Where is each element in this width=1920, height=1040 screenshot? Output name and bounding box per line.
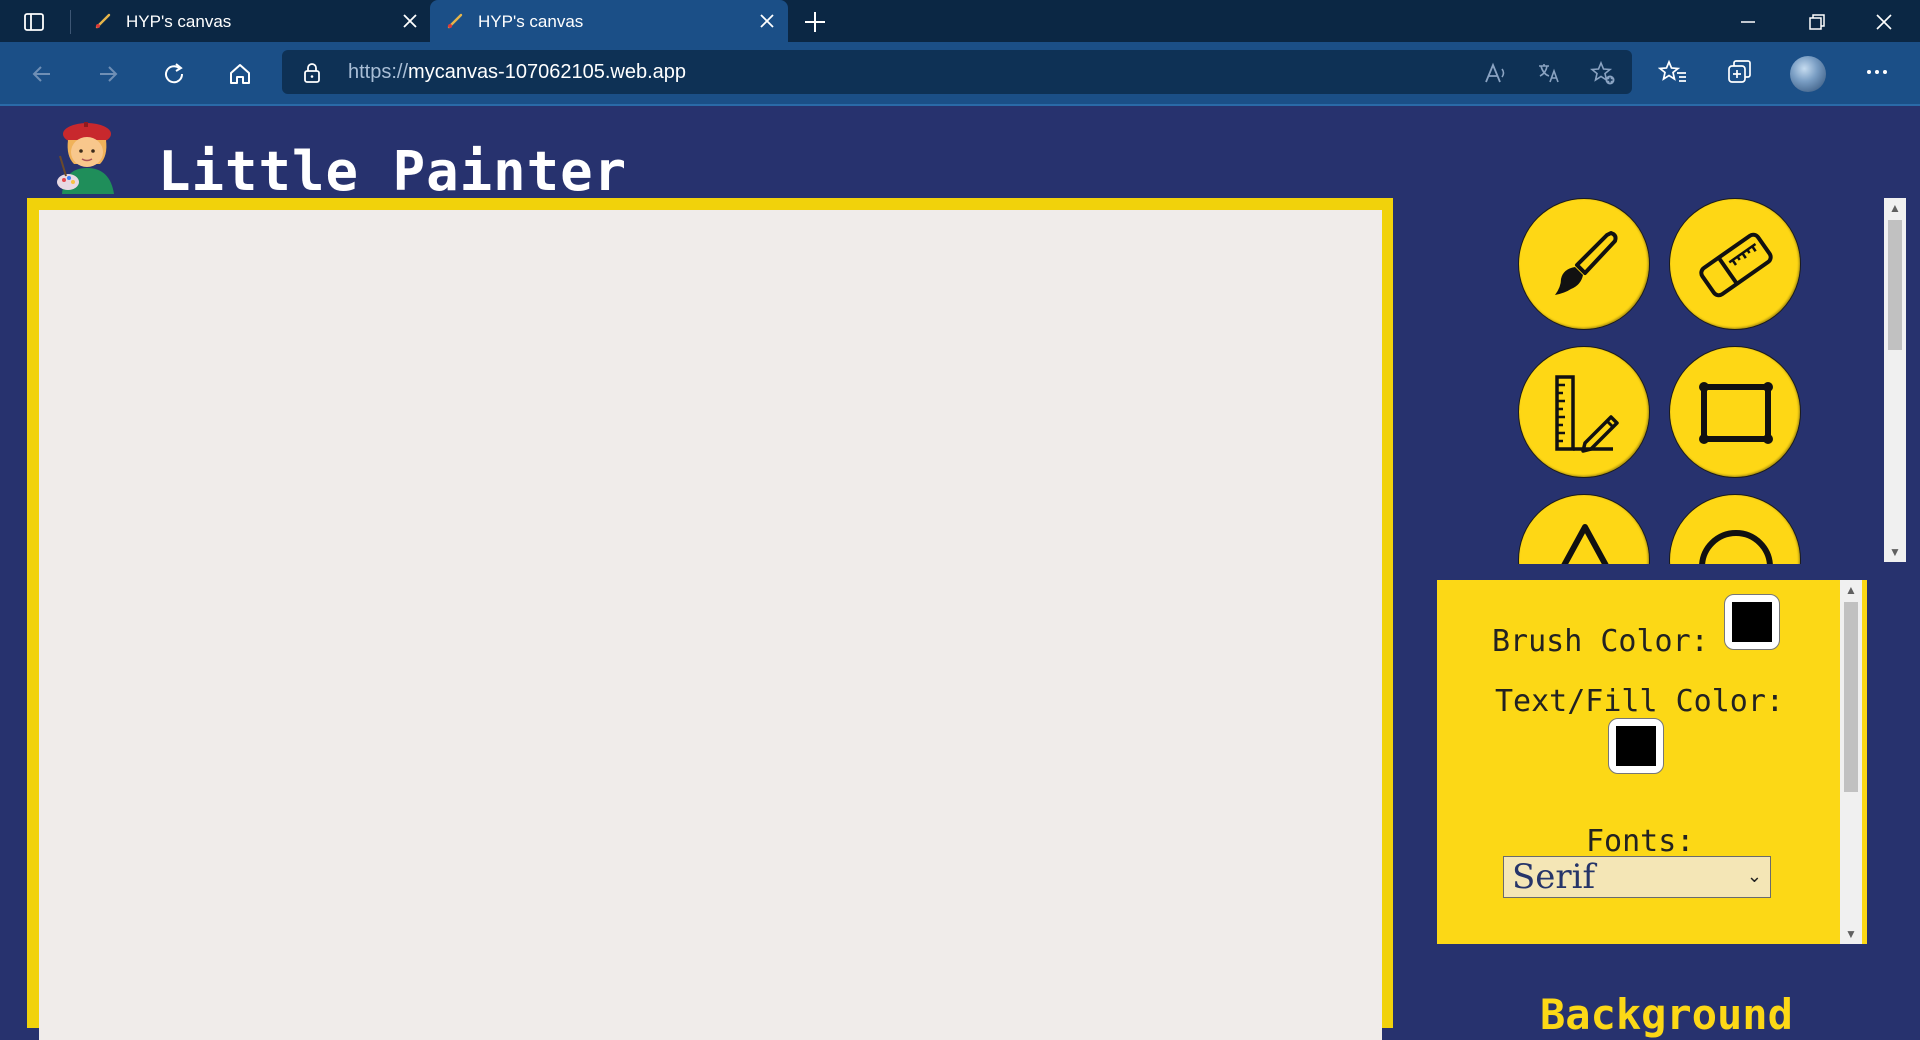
background-heading: Background bbox=[1540, 990, 1793, 1039]
profile-avatar[interactable] bbox=[1790, 56, 1826, 92]
read-aloud-icon[interactable] bbox=[1482, 60, 1508, 86]
translate-icon[interactable] bbox=[1536, 60, 1562, 86]
brush-color-swatch bbox=[1732, 602, 1772, 642]
triangle-tool-button[interactable] bbox=[1518, 494, 1650, 564]
more-menu-icon[interactable] bbox=[1862, 57, 1892, 87]
back-arrow-icon[interactable] bbox=[28, 60, 56, 88]
brush-tool-button[interactable] bbox=[1518, 198, 1650, 330]
tab-title: HYP's canvas bbox=[126, 12, 232, 31]
address-bar[interactable]: https://mycanvas-107062105.web.app bbox=[282, 50, 1632, 94]
url-text[interactable]: https://mycanvas-107062105.web.app bbox=[348, 61, 686, 84]
tab-title: HYP's canvas bbox=[478, 12, 584, 31]
add-favorite-icon[interactable] bbox=[1590, 60, 1616, 86]
browser-tab-2-active[interactable]: HYP's canvas bbox=[430, 0, 788, 42]
chevron-down-icon: ⌄ bbox=[1746, 866, 1762, 887]
forward-arrow-icon[interactable] bbox=[94, 60, 122, 88]
browser-tab-1[interactable]: HYP's canvas bbox=[78, 0, 431, 42]
scroll-down-arrow-icon[interactable]: ▼ bbox=[1884, 542, 1906, 562]
fill-color-label: Text/Fill Color: bbox=[1495, 684, 1784, 719]
url-protocol: https:// bbox=[348, 61, 409, 83]
close-window-icon[interactable] bbox=[1870, 8, 1898, 36]
brush-color-picker[interactable] bbox=[1724, 594, 1780, 650]
scroll-down-arrow-icon[interactable]: ▼ bbox=[1840, 924, 1862, 944]
scroll-thumb[interactable] bbox=[1844, 602, 1858, 792]
lock-icon[interactable] bbox=[302, 62, 322, 84]
artist-emoji-icon bbox=[57, 122, 114, 194]
home-icon[interactable] bbox=[226, 60, 254, 88]
browser-toolbar: https://mycanvas-107062105.web.app bbox=[0, 42, 1920, 106]
tools-panel bbox=[1436, 196, 1876, 564]
eraser-icon bbox=[1699, 232, 1773, 298]
paintbrush-icon bbox=[1555, 231, 1618, 295]
fill-color-swatch bbox=[1616, 726, 1656, 766]
new-tab-icon[interactable] bbox=[802, 9, 828, 35]
brush-favicon-icon bbox=[447, 13, 463, 29]
scroll-up-arrow-icon[interactable]: ▲ bbox=[1840, 580, 1862, 600]
scroll-up-arrow-icon[interactable]: ▲ bbox=[1884, 198, 1906, 218]
minimize-icon[interactable] bbox=[1734, 8, 1762, 36]
triangle-icon bbox=[1561, 524, 1609, 564]
circle-tool-button[interactable] bbox=[1669, 494, 1801, 564]
ruler-pencil-icon bbox=[1555, 375, 1619, 453]
rectangle-icon bbox=[1699, 382, 1773, 444]
settings-panel: Brush Color: Text/Fill Color: Fonts: Ser… bbox=[1437, 580, 1867, 944]
brush-favicon-icon bbox=[95, 13, 111, 29]
url-host: mycanvas-107062105.web.app bbox=[408, 61, 686, 83]
settings-scrollbar[interactable]: ▲ ▼ bbox=[1840, 580, 1862, 944]
rectangle-tool-button[interactable] bbox=[1669, 346, 1801, 478]
app-title: Little Painter bbox=[158, 140, 628, 203]
close-tab-icon[interactable] bbox=[758, 12, 776, 30]
eraser-tool-button[interactable] bbox=[1669, 198, 1801, 330]
tab-separator bbox=[70, 10, 71, 34]
favorites-icon[interactable] bbox=[1658, 57, 1688, 87]
drawing-canvas[interactable] bbox=[39, 210, 1382, 1040]
tab-actions-icon[interactable] bbox=[22, 10, 46, 34]
scroll-thumb[interactable] bbox=[1888, 220, 1902, 350]
font-select[interactable]: Serif ⌄ bbox=[1503, 856, 1771, 898]
restore-icon[interactable] bbox=[1802, 8, 1830, 36]
fonts-label: Fonts: bbox=[1586, 824, 1695, 859]
brush-color-label: Brush Color: bbox=[1492, 624, 1709, 659]
tools-scrollbar[interactable]: ▲ ▼ bbox=[1884, 198, 1906, 562]
fill-color-picker[interactable] bbox=[1608, 718, 1664, 774]
font-select-value: Serif bbox=[1512, 857, 1596, 897]
browser-tab-bar: HYP's canvas HYP's canvas bbox=[0, 0, 1920, 42]
collections-icon[interactable] bbox=[1724, 57, 1754, 87]
close-tab-icon[interactable] bbox=[401, 12, 419, 30]
canvas-frame bbox=[27, 198, 1393, 1040]
line-tool-button[interactable] bbox=[1518, 346, 1650, 478]
circle-icon bbox=[1699, 530, 1773, 564]
refresh-icon[interactable] bbox=[160, 60, 188, 88]
